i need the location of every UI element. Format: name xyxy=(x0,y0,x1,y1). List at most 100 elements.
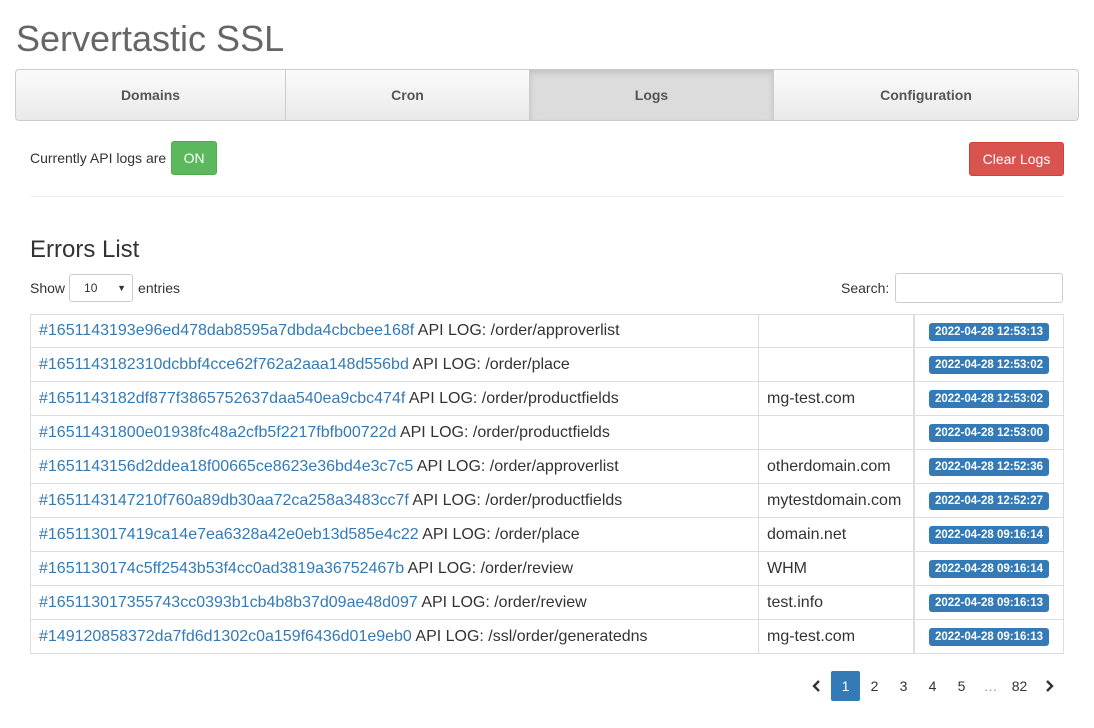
date-label: 2022-04-28 09:16:14 xyxy=(928,526,1050,544)
table-row: #165113017419ca14e7ea6328a42e0eb13d585e4… xyxy=(30,518,1064,552)
date-cell: 2022-04-28 12:53:02 xyxy=(914,382,1064,416)
log-id-link[interactable]: #16511431800e01938fc48a2cfb5f2217fbfb007… xyxy=(39,424,396,441)
chevron-left-icon xyxy=(811,680,820,692)
table-row: #1651143193e96ed478dab8595a7dbda4cbcbee1… xyxy=(30,314,1064,348)
domain-cell: WHM xyxy=(759,552,914,586)
domain-cell xyxy=(759,416,914,450)
log-id-link[interactable]: #1651143147210f760a89db30aa72ca258a3483c… xyxy=(39,492,409,509)
divider xyxy=(30,196,1064,197)
errors-list-title: Errors List xyxy=(30,236,140,263)
api-logs-status-text: Currently API logs are xyxy=(30,150,167,166)
main-tabs: Domains Cron Logs Configuration xyxy=(15,69,1079,121)
tab-cron[interactable]: Cron xyxy=(286,70,530,120)
date-label: 2022-04-28 12:53:02 xyxy=(928,356,1050,374)
pagination-next-button[interactable] xyxy=(1034,671,1063,701)
log-text: API LOG: /order/place xyxy=(418,525,580,543)
log-id-link[interactable]: #149120858372da7fd6d1302c0a159f6436d01e9… xyxy=(39,628,412,645)
log-id-link[interactable]: #165113017419ca14e7ea6328a42e0eb13d585e4… xyxy=(39,526,419,543)
table-row: #16511431800e01938fc48a2cfb5f2217fbfb007… xyxy=(30,416,1064,450)
date-cell: 2022-04-28 12:53:13 xyxy=(914,314,1064,348)
pagination-page-3[interactable]: 3 xyxy=(889,671,918,701)
page-size-value: 10 xyxy=(84,281,98,295)
log-cell: #1651143182310dcbbf4cce62f762a2aaa148d55… xyxy=(30,348,759,382)
table-row: #149120858372da7fd6d1302c0a159f6436d01e9… xyxy=(30,620,1064,654)
tab-logs[interactable]: Logs xyxy=(530,70,774,120)
tab-configuration[interactable]: Configuration xyxy=(774,70,1078,120)
log-id-link[interactable]: #1651130174c5ff2543b53f4cc0ad3819a367524… xyxy=(39,560,404,577)
table-row: #1651143182df877f3865752637daa540ea9cbc4… xyxy=(30,382,1064,416)
chevron-right-icon xyxy=(1045,680,1054,692)
log-text: API LOG: /order/productfields xyxy=(408,491,623,509)
errors-table: #1651143193e96ed478dab8595a7dbda4cbcbee1… xyxy=(30,314,1064,654)
date-label: 2022-04-28 12:53:13 xyxy=(928,322,1050,341)
log-cell: #1651143147210f760a89db30aa72ca258a3483c… xyxy=(30,484,759,518)
table-row: #1651143147210f760a89db30aa72ca258a3483c… xyxy=(30,484,1064,518)
table-row: #1651143156d2ddea18f00665ce8623e36bd4e3c… xyxy=(30,450,1064,484)
date-label: 2022-04-28 09:16:13 xyxy=(928,594,1050,612)
log-id-link[interactable]: #1651143182310dcbbf4cce62f762a2aaa148d55… xyxy=(39,356,409,373)
date-label: 2022-04-28 09:16:13 xyxy=(928,628,1050,646)
pagination-ellipsis: … xyxy=(983,678,998,694)
table-row: #1651130174c5ff2543b53f4cc0ad3819a367524… xyxy=(30,552,1064,586)
entries-label: entries xyxy=(138,280,181,296)
log-cell: #1651143182df877f3865752637daa540ea9cbc4… xyxy=(30,382,759,416)
date-label: 2022-04-28 12:52:36 xyxy=(928,458,1050,476)
search-control: Search: xyxy=(841,273,1064,303)
log-cell: #165113017419ca14e7ea6328a42e0eb13d585e4… xyxy=(30,518,759,552)
log-text: API LOG: /order/approverlist xyxy=(413,457,619,475)
log-text: API LOG: /order/place xyxy=(408,355,570,373)
log-id-link[interactable]: #165113017355743cc0393b1cb4b8b37d09ae48d… xyxy=(39,594,418,611)
search-input[interactable] xyxy=(895,273,1064,303)
domain-cell: mg-test.com xyxy=(759,382,914,416)
domain-cell: domain.net xyxy=(759,518,914,552)
log-cell: #1651143193e96ed478dab8595a7dbda4cbcbee1… xyxy=(30,314,759,348)
date-label: 2022-04-28 12:53:00 xyxy=(928,424,1050,442)
log-id-link[interactable]: #1651143193e96ed478dab8595a7dbda4cbcbee1… xyxy=(39,322,414,339)
page-size-select[interactable]: 10 ▼ xyxy=(69,274,134,302)
pagination-prev-button[interactable] xyxy=(802,671,831,701)
date-label: 2022-04-28 12:53:02 xyxy=(928,390,1050,408)
domain-cell: otherdomain.com xyxy=(759,450,914,484)
date-cell: 2022-04-28 12:53:02 xyxy=(914,348,1064,382)
log-text: API LOG: /order/review xyxy=(404,559,574,577)
domain-cell xyxy=(759,348,914,382)
log-cell: #16511431800e01938fc48a2cfb5f2217fbfb007… xyxy=(30,416,759,450)
pagination-page-4[interactable]: 4 xyxy=(918,671,947,701)
tab-domains[interactable]: Domains xyxy=(16,70,286,120)
clear-logs-button[interactable]: Clear Logs xyxy=(969,142,1064,176)
date-cell: 2022-04-28 09:16:13 xyxy=(914,620,1064,654)
log-text: API LOG: /order/review xyxy=(417,593,587,611)
log-id-link[interactable]: #1651143182df877f3865752637daa540ea9cbc4… xyxy=(39,390,405,407)
api-logs-toggle-button[interactable]: ON xyxy=(171,141,218,175)
date-cell: 2022-04-28 09:16:13 xyxy=(914,586,1064,620)
search-label: Search: xyxy=(841,280,890,296)
pagination: 1 2 3 4 5 … 82 xyxy=(802,671,1063,701)
log-cell: #165113017355743cc0393b1cb4b8b37d09ae48d… xyxy=(30,586,759,620)
log-cell: #1651130174c5ff2543b53f4cc0ad3819a367524… xyxy=(30,552,759,586)
date-cell: 2022-04-28 12:52:27 xyxy=(914,484,1064,518)
date-label: 2022-04-28 09:16:14 xyxy=(928,560,1050,578)
domain-cell: mytestdomain.com xyxy=(759,484,914,518)
domain-cell: mg-test.com xyxy=(759,620,914,654)
log-text: API LOG: /order/productfields xyxy=(396,423,610,441)
log-cell: #149120858372da7fd6d1302c0a159f6436d01e9… xyxy=(30,620,759,654)
pagination-page-82[interactable]: 82 xyxy=(1005,671,1034,701)
table-row: #165113017355743cc0393b1cb4b8b37d09ae48d… xyxy=(30,586,1064,620)
log-text: API LOG: /order/productfields xyxy=(405,389,619,407)
date-cell: 2022-04-28 09:16:14 xyxy=(914,518,1064,552)
pagination-page-1[interactable]: 1 xyxy=(831,671,860,701)
caret-down-icon: ▼ xyxy=(117,283,127,293)
pagination-page-5[interactable]: 5 xyxy=(947,671,976,701)
log-id-link[interactable]: #1651143156d2ddea18f00665ce8623e36bd4e3c… xyxy=(39,458,413,475)
page-title: Servertastic SSL xyxy=(16,18,285,59)
domain-cell: test.info xyxy=(759,586,914,620)
log-text: API LOG: /order/approverlist xyxy=(414,322,620,339)
pagination-page-2[interactable]: 2 xyxy=(860,671,889,701)
api-logs-status: Currently API logs are ON xyxy=(30,141,218,175)
log-cell: #1651143156d2ddea18f00665ce8623e36bd4e3c… xyxy=(30,450,759,484)
log-text: API LOG: /ssl/order/generatedns xyxy=(411,627,648,645)
domain-cell xyxy=(759,314,914,348)
table-row: #1651143182310dcbbf4cce62f762a2aaa148d55… xyxy=(30,348,1064,382)
date-cell: 2022-04-28 09:16:14 xyxy=(914,552,1064,586)
show-label: Show xyxy=(30,280,66,296)
